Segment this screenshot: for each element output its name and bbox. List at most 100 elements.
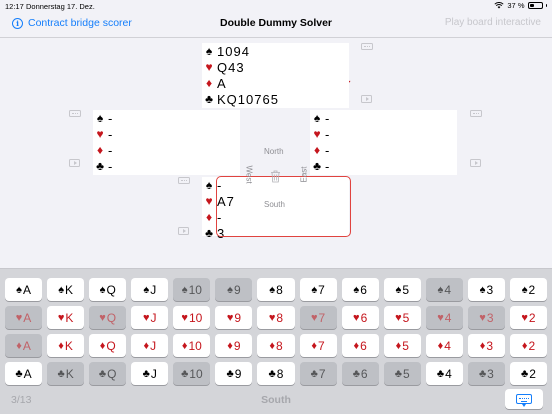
- card-key[interactable]: ♦ 7: [299, 334, 337, 357]
- card-rank: 10: [188, 338, 202, 353]
- card-key[interactable]: ♦ K: [47, 334, 85, 357]
- play-icon[interactable]: [69, 159, 80, 167]
- play-board-button[interactable]: Play board interactive: [445, 17, 541, 28]
- play-icon[interactable]: [178, 227, 189, 235]
- keyboard-icon[interactable]: [470, 110, 482, 117]
- card-key[interactable]: ♣ 3: [467, 362, 505, 385]
- card-key[interactable]: ♥ 9: [215, 306, 253, 329]
- heart-icon: ♥: [205, 194, 213, 208]
- card-key[interactable]: ♠ 4: [425, 278, 463, 301]
- card-key[interactable]: ♣ J: [131, 362, 169, 385]
- compass-south-label[interactable]: South: [264, 200, 285, 209]
- card-key[interactable]: ♣ 4: [425, 362, 463, 385]
- club-icon: ♣: [205, 226, 213, 240]
- club-holding: 3: [217, 225, 226, 241]
- card-rank: 5: [403, 366, 410, 381]
- card-rank: J: [150, 282, 157, 297]
- suit-row-clubs: ♣ KQ10765: [202, 91, 349, 107]
- card-rank: A: [23, 310, 32, 325]
- card-key[interactable]: ♣ 9: [215, 362, 253, 385]
- hide-keyboard-button[interactable]: [505, 389, 543, 409]
- card-rank: 2: [528, 338, 536, 353]
- card-key[interactable]: ♦ Q: [89, 334, 127, 357]
- card-key[interactable]: ♣ 10: [173, 362, 211, 385]
- heart-icon: ♥: [313, 127, 321, 141]
- card-key[interactable]: ♠ 7: [299, 278, 337, 301]
- card-key[interactable]: ♦ J: [131, 334, 169, 357]
- card-key[interactable]: ♥ 3: [467, 306, 505, 329]
- card-key[interactable]: ♥ A: [5, 306, 43, 329]
- card-key[interactable]: ♥ K: [47, 306, 85, 329]
- card-key[interactable]: ♠ 5: [383, 278, 421, 301]
- keyboard-icon[interactable]: [361, 43, 373, 50]
- card-key[interactable]: ♥ 4: [425, 306, 463, 329]
- hand-west[interactable]: ♠ - ♥ - ♦ - ♣ -: [93, 110, 240, 175]
- card-rank: 8: [276, 310, 284, 325]
- diamond-holding: A: [217, 75, 227, 91]
- card-suit-icon: ♣: [310, 367, 318, 380]
- trash-icon[interactable]: [270, 170, 281, 183]
- card-key[interactable]: ♠ 2: [509, 278, 548, 301]
- card-key[interactable]: ♦ 2: [509, 334, 548, 357]
- card-rank: K: [65, 366, 74, 381]
- play-icon[interactable]: [361, 95, 372, 103]
- card-suit-icon: ♠: [437, 283, 444, 296]
- card-key[interactable]: ♥ 6: [341, 306, 379, 329]
- card-key[interactable]: ♠ 6: [341, 278, 379, 301]
- card-key[interactable]: ♥ J: [131, 306, 169, 329]
- card-key[interactable]: ♠ Q: [89, 278, 127, 301]
- card-rank: 2: [528, 310, 536, 325]
- card-key[interactable]: ♦ 10: [173, 334, 211, 357]
- card-rank: 8: [275, 338, 283, 353]
- card-key[interactable]: ♣ 7: [299, 362, 337, 385]
- card-key[interactable]: ♣ Q: [89, 362, 127, 385]
- card-key[interactable]: ♦ 6: [341, 334, 379, 357]
- card-key[interactable]: ♣ 8: [257, 362, 295, 385]
- card-key[interactable]: ♠ 9: [215, 278, 253, 301]
- card-key[interactable]: ♦ 8: [257, 334, 295, 357]
- play-icon[interactable]: [470, 159, 481, 167]
- card-suit-icon: ♦: [16, 339, 22, 352]
- card-key[interactable]: ♠ 10: [173, 278, 211, 301]
- card-key[interactable]: ♣ 5: [383, 362, 421, 385]
- diamond-holding: -: [325, 142, 331, 158]
- diamond-holding: -: [217, 209, 223, 225]
- card-key[interactable]: ♣ 2: [509, 362, 548, 385]
- card-key[interactable]: ♥ 2: [509, 306, 548, 329]
- card-key[interactable]: ♥ 8: [257, 306, 295, 329]
- suit-row-diamonds: ♦ A: [202, 75, 349, 91]
- card-suit-icon: ♥: [268, 311, 276, 324]
- card-key[interactable]: ♦ A: [5, 334, 43, 357]
- card-key[interactable]: ♠ J: [131, 278, 169, 301]
- card-key[interactable]: ♦ 3: [467, 334, 505, 357]
- card-key[interactable]: ♣ A: [5, 362, 43, 385]
- hand-east[interactable]: ♠ - ♥ - ♦ - ♣ -: [310, 110, 457, 175]
- card-key[interactable]: ♥ Q: [89, 306, 127, 329]
- card-rank: Q: [106, 310, 117, 325]
- card-key[interactable]: ♠ 8: [257, 278, 295, 301]
- keyboard-icon[interactable]: [178, 177, 190, 184]
- card-key[interactable]: ♣ 6: [341, 362, 379, 385]
- card-key[interactable]: ♦ 9: [215, 334, 253, 357]
- compass-west-label[interactable]: West: [245, 165, 254, 183]
- keyboard-icon[interactable]: [69, 110, 81, 117]
- card-key[interactable]: ♥ 10: [173, 306, 211, 329]
- card-key[interactable]: ♠ 3: [467, 278, 505, 301]
- hand-north[interactable]: ♠ 1094 ♥ Q43 ♦ A ♣ KQ10765: [202, 43, 349, 108]
- card-key[interactable]: ♦ 5: [383, 334, 421, 357]
- card-suit-icon: ♦: [269, 339, 275, 352]
- card-suit-icon: ♣: [98, 367, 107, 380]
- card-key[interactable]: ♠ K: [47, 278, 85, 301]
- spade-holding: -: [325, 110, 331, 126]
- card-key[interactable]: ♥ 7: [299, 306, 337, 329]
- card-suit-icon: ♦: [181, 339, 188, 352]
- card-rank: 3: [486, 338, 494, 353]
- card-row: ♣ A ♣ K ♣ Q ♣ J ♣ 10 ♣ 9 ♣ 8 ♣ 7 ♣ 6 ♣ 5 ♣ 4 ♣ 3 ♣ 2: [5, 362, 548, 385]
- card-key[interactable]: ♠ A: [5, 278, 43, 301]
- card-key[interactable]: ♣ K: [47, 362, 85, 385]
- card-key[interactable]: ♦ 4: [425, 334, 463, 357]
- compass-north-label[interactable]: North: [264, 147, 284, 156]
- suit-row-clubs: ♣ 3: [202, 225, 349, 241]
- card-key[interactable]: ♥ 5: [383, 306, 421, 329]
- compass-east-label[interactable]: East: [300, 166, 309, 182]
